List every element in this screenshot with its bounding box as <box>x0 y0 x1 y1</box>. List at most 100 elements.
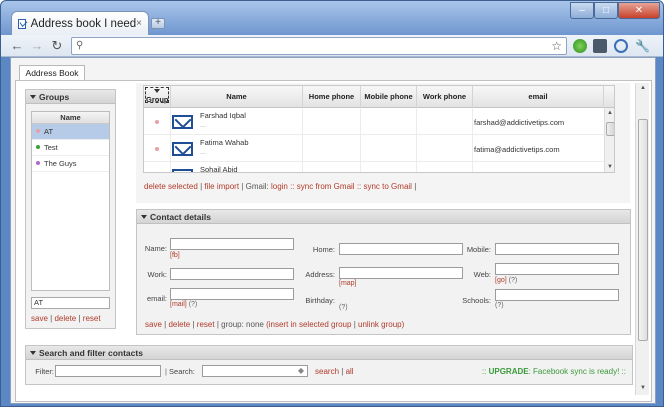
group-label: AT <box>44 127 54 136</box>
group-row[interactable]: Test <box>32 140 109 156</box>
unlink-group-link[interactable]: unlink group) <box>358 320 404 329</box>
group-row[interactable]: AT <box>32 124 109 140</box>
wrench-icon[interactable]: 🔧 <box>635 39 650 53</box>
name-label: Name: <box>144 244 167 253</box>
forward-arrow-icon[interactable]: → <box>29 38 45 54</box>
contact-details-panel: Contact details Name: [fb] Work: email: … <box>136 209 631 335</box>
delete-selected-link[interactable]: delete selected <box>144 182 198 191</box>
name-input[interactable] <box>170 238 294 250</box>
tab-address-book[interactable]: Address Book <box>19 65 85 81</box>
search-input[interactable]: ◆ <box>202 365 308 377</box>
contact-save-link[interactable]: save <box>145 320 162 329</box>
email-label: email: <box>146 294 167 303</box>
microphone-icon[interactable]: ◆ <box>298 366 304 375</box>
email-column-header[interactable]: email <box>473 86 604 108</box>
all-link[interactable]: all <box>346 367 354 376</box>
fb-link[interactable]: [fb] <box>170 252 180 259</box>
file-import-link[interactable]: file import <box>204 182 239 191</box>
contact-details-header[interactable]: Contact details <box>137 210 630 224</box>
go-link[interactable]: [go] <box>495 277 507 284</box>
browser-tab[interactable]: Address book I need × <box>11 11 149 35</box>
mobile-phone-column-header[interactable]: Mobile phone <box>361 86 417 108</box>
page-scroll-up-icon[interactable]: ▲ <box>640 85 646 91</box>
scroll-up-icon[interactable]: ▲ <box>607 110 613 116</box>
sync-to-gmail-link[interactable]: sync to Gmail <box>363 182 411 191</box>
birthday-help[interactable]: (?) <box>339 304 348 311</box>
page-scroll-down-icon[interactable]: ▼ <box>640 385 646 391</box>
map-link[interactable]: [map] <box>339 280 357 287</box>
web-help[interactable]: (?) <box>509 277 518 284</box>
address-input[interactable] <box>339 267 463 279</box>
gmail-login-link[interactable]: login <box>271 182 288 191</box>
work-label: Work: <box>147 270 167 279</box>
bookmark-star-icon[interactable]: ☆ <box>551 39 562 53</box>
close-window-button[interactable]: ✕ <box>618 2 660 19</box>
group-delete-link[interactable]: delete <box>54 314 76 323</box>
groups-header[interactable]: Groups <box>26 90 115 104</box>
new-tab-button[interactable]: + <box>151 18 165 29</box>
group-label: The Guys <box>44 159 77 168</box>
schools-help[interactable]: (?) <box>495 302 504 309</box>
back-arrow-icon[interactable]: ← <box>9 38 25 54</box>
mail-link[interactable]: [mail] <box>170 301 187 308</box>
contact-row[interactable]: Sohail Abid sohail@addictivetips.com <box>144 162 604 172</box>
page-content: Address Book Groups Name AT Test The Guys … <box>10 57 656 404</box>
spiral-extension-icon[interactable] <box>614 39 628 53</box>
contact-details-title: Contact details <box>150 212 211 222</box>
groups-list: Name AT Test The Guys <box>31 111 110 291</box>
scroll-thumb[interactable] <box>606 122 614 136</box>
group-column-header[interactable]: Group <box>144 86 171 108</box>
upgrade-link[interactable]: UPGRADE <box>489 367 529 376</box>
page-scroll-thumb[interactable] <box>638 119 648 341</box>
contact-row[interactable]: Farshad Iqbal... farshad@addictivetips.co… <box>144 108 604 135</box>
collapse-triangle-icon <box>141 215 147 219</box>
sync-from-gmail-link[interactable]: sync from Gmail <box>297 182 355 191</box>
group-save-link[interactable]: save <box>31 314 48 323</box>
home-input[interactable] <box>339 243 463 255</box>
filter-input[interactable] <box>55 365 161 377</box>
schools-input[interactable] <box>495 289 619 301</box>
page-scrollbar[interactable]: ▲ ▼ <box>635 83 649 395</box>
group-reset-link[interactable]: reset <box>83 314 101 323</box>
contact-delete-link[interactable]: delete <box>168 320 190 329</box>
group-color-dot-icon <box>155 147 159 151</box>
web-input[interactable] <box>495 263 619 275</box>
address-label: Address: <box>305 270 335 279</box>
camera-extension-icon[interactable] <box>593 39 607 53</box>
grid-cell <box>144 108 473 135</box>
contact-reset-link[interactable]: reset <box>197 320 215 329</box>
address-bar[interactable]: ⚲ ☆ <box>71 37 567 55</box>
search-header[interactable]: Search and filter contacts <box>26 346 632 360</box>
minimize-button[interactable]: – <box>570 2 594 19</box>
home-phone-column-header[interactable]: Home phone <box>303 86 361 108</box>
contact-name-more: ... <box>200 149 206 156</box>
group-color-dot-icon <box>36 161 40 165</box>
filter-label: Filter: <box>35 367 54 376</box>
search-panel: Search and filter contacts Filter: | Sea… <box>25 345 633 385</box>
group-row[interactable]: The Guys <box>32 156 109 172</box>
mail-help[interactable]: (?) <box>189 301 198 308</box>
reload-icon[interactable]: ↻ <box>49 38 65 54</box>
gmail-label: Gmail: <box>245 182 269 191</box>
contact-row[interactable]: Fatima Wahab... fatima@addictivetips.com <box>144 135 604 162</box>
scroll-down-icon[interactable]: ▼ <box>607 164 613 170</box>
search-link[interactable]: search <box>315 367 339 376</box>
contacts-scrollbar[interactable]: ▲ ▼ <box>604 108 614 172</box>
tab-close-icon[interactable]: × <box>136 18 142 29</box>
mobile-input[interactable] <box>495 243 619 255</box>
email-input[interactable] <box>170 288 294 300</box>
insert-in-group-link[interactable]: (insert in selected group <box>266 320 351 329</box>
sort-triangle-icon <box>154 89 160 93</box>
groups-panel: Groups Name AT Test The Guys AT save | del… <box>25 89 116 329</box>
contact-name: Fatima Wahab <box>200 138 249 147</box>
web-note: [go] (?) <box>495 277 517 284</box>
work-input[interactable] <box>170 268 294 280</box>
name-column-header[interactable]: Name <box>171 86 303 108</box>
upgrade-text: : Facebook sync is ready! <box>528 367 620 376</box>
group-name-input[interactable]: AT <box>31 297 110 309</box>
maximize-button[interactable]: □ <box>594 2 618 19</box>
groups-column-header[interactable]: Name <box>32 112 109 124</box>
work-phone-column-header[interactable]: Work phone <box>417 86 473 108</box>
green-ball-extension-icon[interactable] <box>573 39 587 53</box>
contacts-panel: Group Name Home phone Mobile phone Work … <box>136 83 630 203</box>
